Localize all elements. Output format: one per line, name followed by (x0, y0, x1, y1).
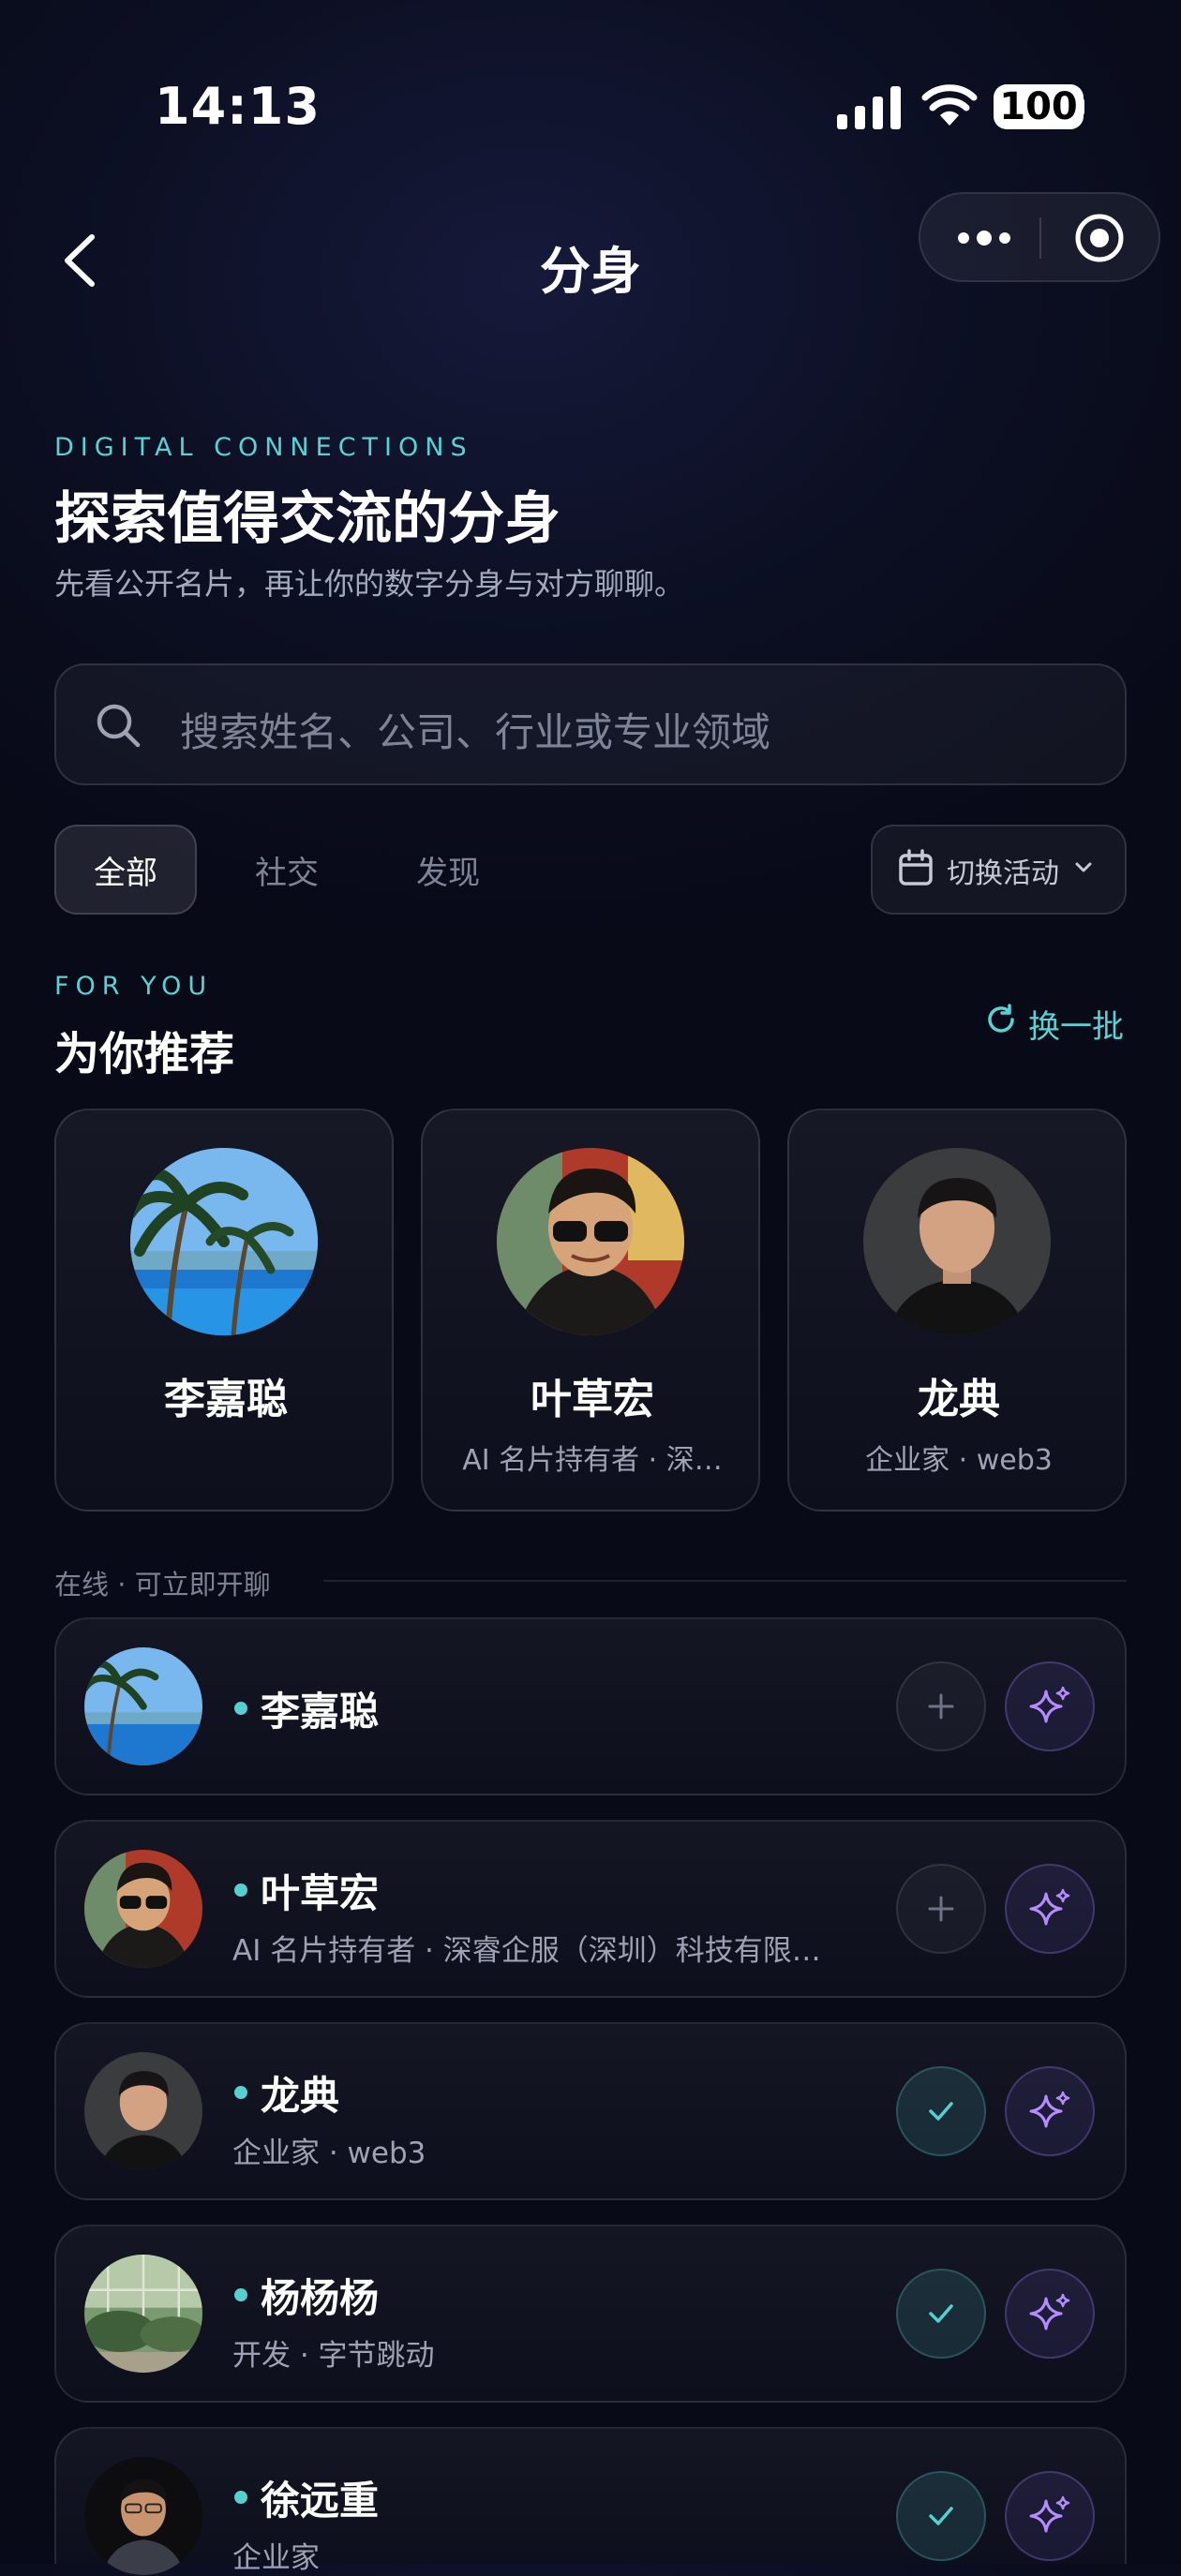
list-item[interactable]: 李嘉聪 (54, 1617, 1127, 1795)
recommend-card[interactable]: 李嘉聪 (54, 1109, 394, 1511)
recommend-card[interactable]: 叶草宏 AI 名片持有者 · 深… (421, 1109, 760, 1511)
calendar-icon (899, 849, 933, 886)
sparkle-icon (1029, 1686, 1070, 1723)
ai-chat-button[interactable] (1005, 1864, 1095, 1954)
avatar (84, 2255, 202, 2373)
recommend-title: 为你推荐 (54, 1028, 235, 1080)
recommend-card-name: 龙典 (918, 1376, 1000, 1423)
online-dot (234, 2288, 247, 2301)
list-item[interactable]: 龙典 企业家 · web3 (54, 2022, 1127, 2200)
list-item-meta: 企业家 · web3 (232, 2137, 426, 2170)
sparkle-icon (1029, 2293, 1070, 2330)
status-time: 14:13 (155, 77, 321, 136)
refresh-icon[interactable] (984, 1003, 1018, 1036)
list-item-name: 杨杨杨 (261, 2275, 380, 2321)
sparkle-icon (1029, 2091, 1070, 2128)
ai-chat-button[interactable] (1005, 2066, 1095, 2156)
avatar (84, 1647, 202, 1765)
tab-all[interactable]: 全部 (54, 825, 197, 915)
list-item-name: 李嘉聪 (261, 1689, 380, 1735)
section-divider (323, 1580, 1127, 1582)
check-icon (929, 2304, 953, 2323)
list-item-name: 叶草宏 (261, 1870, 380, 1916)
close-miniprogram-icon[interactable] (1071, 210, 1128, 266)
online-dot (234, 1702, 247, 1715)
add-friend-button[interactable] (896, 1661, 986, 1751)
online-dot (234, 2491, 247, 2504)
recommend-card[interactable]: 龙典 企业家 · web3 (787, 1109, 1127, 1511)
header-title: 探索值得交流的分身 (54, 486, 561, 552)
capsule-divider (1039, 217, 1041, 259)
plus-icon (928, 1896, 954, 1922)
recommend-card-meta: 企业家 · web3 (865, 1444, 1053, 1477)
list-item-meta: 企业家 (232, 2541, 320, 2575)
sparkle-icon (1029, 1888, 1070, 1926)
online-section-label: 在线 · 可立即开聊 (54, 1569, 271, 1601)
added-button[interactable] (896, 2066, 986, 2156)
list-item-name: 龙典 (261, 2073, 340, 2119)
cellular-signal-icon (837, 86, 901, 129)
avatar (863, 1148, 1051, 1335)
online-dot (234, 2086, 247, 2099)
list-item-meta: AI 名片持有者 · 深睿企服（深圳）科技有限… (232, 1934, 821, 1968)
recommend-card-name: 叶草宏 (531, 1376, 654, 1423)
list-item[interactable]: 杨杨杨 开发 · 字节跳动 (54, 2225, 1127, 2403)
tab-social[interactable]: 社交 (234, 825, 339, 915)
switch-activity-label: 切换活动 (947, 857, 1059, 890)
search-placeholder: 搜索姓名、公司、行业或专业领域 (180, 709, 771, 755)
chevron-down-icon (1075, 862, 1092, 872)
header-subtitle: 先看公开名片，再让你的数字分身与对方聊聊。 (54, 566, 685, 602)
battery-tip (1078, 97, 1084, 116)
header-eyebrow: DIGITAL CONNECTIONS (54, 433, 473, 462)
refresh-button[interactable]: 换一批 (1028, 1001, 1124, 1047)
avatar (84, 2457, 202, 2575)
list-item-name: 徐远重 (261, 2478, 380, 2524)
online-dot (234, 1884, 247, 1897)
ai-chat-button[interactable] (1005, 2471, 1095, 2561)
more-icon[interactable] (947, 217, 1022, 259)
sparkle-icon (1029, 2495, 1070, 2533)
avatar (497, 1148, 684, 1335)
recommend-eyebrow: FOR YOU (54, 972, 214, 1001)
list-item[interactable]: 叶草宏 AI 名片持有者 · 深睿企服（深圳）科技有限… (54, 1820, 1127, 1998)
ai-chat-button[interactable] (1005, 1661, 1095, 1751)
search-icon (97, 704, 141, 748)
list-item-meta: 开发 · 字节跳动 (232, 2339, 435, 2373)
avatar (130, 1148, 318, 1335)
add-friend-button[interactable] (896, 1864, 986, 1954)
plus-icon (928, 1693, 954, 1720)
avatar (84, 2052, 202, 2170)
added-button[interactable] (896, 2471, 986, 2561)
list-item[interactable]: 徐远重 企业家 (54, 2427, 1127, 2575)
recommend-card-name: 李嘉聪 (164, 1376, 288, 1423)
check-icon (929, 2507, 953, 2525)
tab-discover[interactable]: 发现 (396, 825, 501, 915)
wifi-icon (921, 84, 978, 126)
recommend-card-meta: AI 名片持有者 · 深… (462, 1444, 723, 1477)
battery-indicator: 100 (994, 84, 1084, 129)
check-icon (929, 2102, 953, 2121)
added-button[interactable] (896, 2269, 986, 2359)
ai-chat-button[interactable] (1005, 2269, 1095, 2359)
avatar (84, 1850, 202, 1968)
